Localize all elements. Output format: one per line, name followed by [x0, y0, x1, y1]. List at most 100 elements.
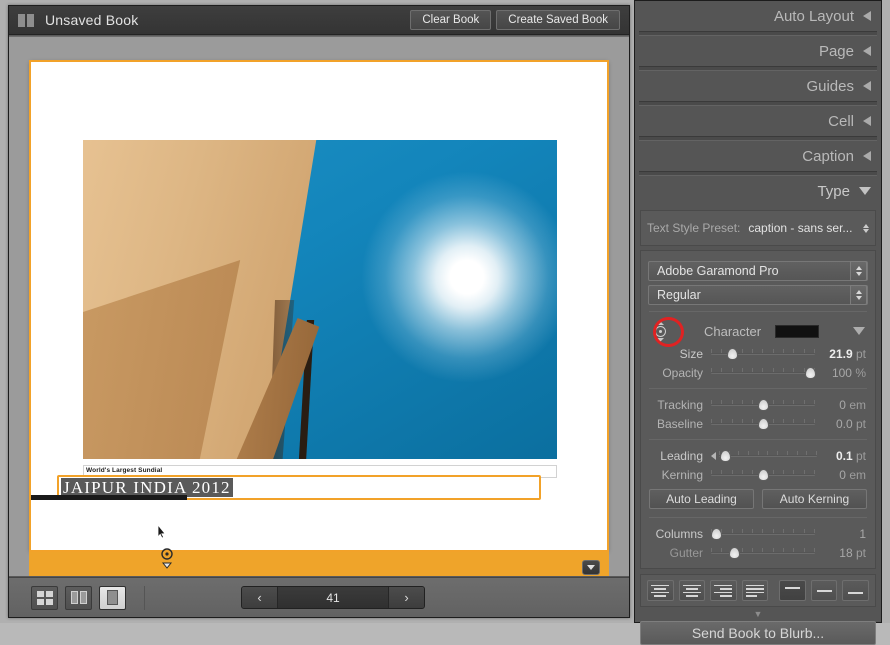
columns-slider-track[interactable]: [711, 527, 815, 540]
targeted-adjustment-icon[interactable]: [159, 547, 175, 569]
panel-label-type: Type: [817, 182, 850, 200]
align-bottom-icon[interactable]: [842, 580, 870, 601]
clear-book-button[interactable]: Clear Book: [410, 10, 492, 30]
current-page-number[interactable]: 41: [278, 591, 388, 605]
panel-header-guides[interactable]: Guides: [635, 71, 881, 101]
group-divider: [649, 439, 867, 440]
panel-header-auto-layout[interactable]: Auto Layout: [635, 1, 881, 31]
leading-value[interactable]: 0.1 pt: [817, 449, 866, 463]
group-divider: [649, 311, 867, 312]
align-justify-icon[interactable]: [741, 580, 769, 601]
slider-marker-icon: [711, 451, 716, 460]
character-row: Character: [641, 317, 875, 347]
baseline-slider-track[interactable]: [711, 417, 815, 430]
page-footer-band[interactable]: [29, 552, 609, 576]
opacity-slider-row[interactable]: Opacity 100 %: [641, 363, 875, 382]
text-style-preset-row[interactable]: Text Style Preset: caption - sans ser...: [641, 217, 875, 239]
font-family-select[interactable]: Adobe Garamond Pro: [648, 261, 868, 281]
spread-view-icon[interactable]: [65, 585, 92, 610]
gutter-slider-track[interactable]: [711, 546, 815, 559]
align-top-icon[interactable]: [779, 580, 806, 601]
book-title: Unsaved Book: [45, 12, 139, 28]
tracking-value[interactable]: 0 em: [815, 398, 866, 412]
targeted-adjustment-icon[interactable]: [649, 319, 671, 343]
group-divider: [649, 388, 867, 389]
send-book-to-blurb-button[interactable]: Send Book to Blurb...: [640, 621, 876, 645]
baseline-slider-row[interactable]: Baseline 0.0 pt: [641, 414, 875, 433]
stepper-icon[interactable]: [850, 261, 867, 281]
window-titlebar: Unsaved Book Clear Book Create Saved Boo…: [9, 6, 629, 35]
character-color-swatch[interactable]: [775, 324, 820, 338]
panel-header-cell[interactable]: Cell: [635, 106, 881, 136]
kerning-value[interactable]: 0 em: [815, 468, 866, 482]
book-toolbar: ‹ 41 ›: [9, 577, 629, 617]
panel-grip-icon[interactable]: [18, 13, 34, 27]
font-style-select[interactable]: Regular: [648, 285, 868, 305]
stepper-icon[interactable]: [863, 223, 869, 233]
kerning-label: Kerning: [661, 467, 703, 482]
main-window: Unsaved Book Clear Book Create Saved Boo…: [8, 5, 630, 618]
auto-leading-button[interactable]: Auto Leading: [649, 489, 754, 509]
opacity-slider-track[interactable]: [711, 366, 816, 379]
leading-label: Leading: [660, 448, 703, 463]
chevron-left-icon: [863, 151, 871, 161]
alignment-group: [640, 574, 876, 607]
opacity-label: Opacity: [662, 365, 703, 380]
size-label: Size: [679, 346, 703, 361]
gutter-slider-row[interactable]: Gutter 18 pt: [641, 543, 875, 562]
kerning-slider-track[interactable]: [711, 468, 815, 481]
chevron-left-icon: [863, 81, 871, 91]
view-mode-buttons: [31, 585, 126, 610]
leading-slider-row[interactable]: Leading 0.1 pt: [641, 446, 875, 465]
tracking-slider-row[interactable]: Tracking 0 em: [641, 395, 875, 414]
panel-collapse-arrow-icon[interactable]: ▼: [635, 607, 881, 620]
grid-view-icon[interactable]: [31, 585, 58, 610]
chevron-down-icon[interactable]: [582, 560, 600, 575]
align-right-icon[interactable]: [710, 580, 737, 601]
font-family-value: Adobe Garamond Pro: [657, 264, 779, 278]
font-group: Adobe Garamond Pro Regular Character Siz…: [640, 250, 876, 569]
text-cursor-icon: [157, 525, 166, 538]
chevron-left-icon: [863, 11, 871, 21]
kerning-slider-row[interactable]: Kerning 0 em: [641, 465, 875, 484]
panel-header-page[interactable]: Page: [635, 36, 881, 66]
page-navigator: ‹ 41 ›: [241, 586, 425, 609]
text-style-preset-label: Text Style Preset:: [647, 221, 741, 235]
align-middle-icon[interactable]: [810, 580, 838, 601]
chevron-left-icon: [863, 116, 871, 126]
size-slider-track[interactable]: [711, 347, 815, 360]
create-saved-book-button[interactable]: Create Saved Book: [496, 10, 620, 30]
font-style-value: Regular: [657, 288, 701, 302]
chevron-down-icon[interactable]: [853, 327, 865, 335]
panel-label-page: Page: [818, 42, 854, 60]
chevron-left-icon: [863, 46, 871, 56]
toolbar-divider: [144, 585, 145, 610]
size-value[interactable]: 21.9 pt: [815, 347, 866, 361]
columns-slider-row[interactable]: Columns 1: [641, 524, 875, 543]
panel-header-type[interactable]: Type: [635, 176, 881, 206]
auto-kerning-button[interactable]: Auto Kerning: [762, 489, 867, 509]
baseline-label: Baseline: [656, 416, 703, 431]
character-label: Character: [704, 323, 762, 339]
columns-value[interactable]: 1: [815, 527, 866, 541]
previous-page-button[interactable]: ‹: [242, 587, 278, 608]
chevron-down-icon: [859, 187, 871, 195]
columns-label: Columns: [655, 526, 703, 541]
lightroom-book-module: Unsaved Book Clear Book Create Saved Boo…: [0, 0, 890, 645]
tracking-slider-track[interactable]: [711, 398, 815, 411]
gutter-label: Gutter: [669, 545, 703, 560]
page-canvas[interactable]: World's Largest Sundial JAIPUR INDIA 201…: [9, 36, 629, 576]
align-left-icon[interactable]: [647, 580, 674, 601]
gutter-value[interactable]: 18 pt: [815, 546, 866, 560]
baseline-value[interactable]: 0.0 pt: [815, 417, 866, 431]
leading-slider-track[interactable]: [719, 449, 817, 462]
panel-header-caption[interactable]: Caption: [635, 141, 881, 171]
page-photo[interactable]: [83, 140, 557, 459]
align-center-icon[interactable]: [678, 580, 706, 601]
next-page-button[interactable]: ›: [388, 587, 424, 608]
opacity-value[interactable]: 100 %: [815, 366, 866, 380]
single-page-view-icon[interactable]: [99, 585, 126, 610]
stepper-icon[interactable]: [850, 285, 867, 305]
text-style-preset-value: caption - sans ser...: [748, 221, 853, 235]
size-slider-row[interactable]: Size 21.9 pt: [641, 344, 875, 363]
